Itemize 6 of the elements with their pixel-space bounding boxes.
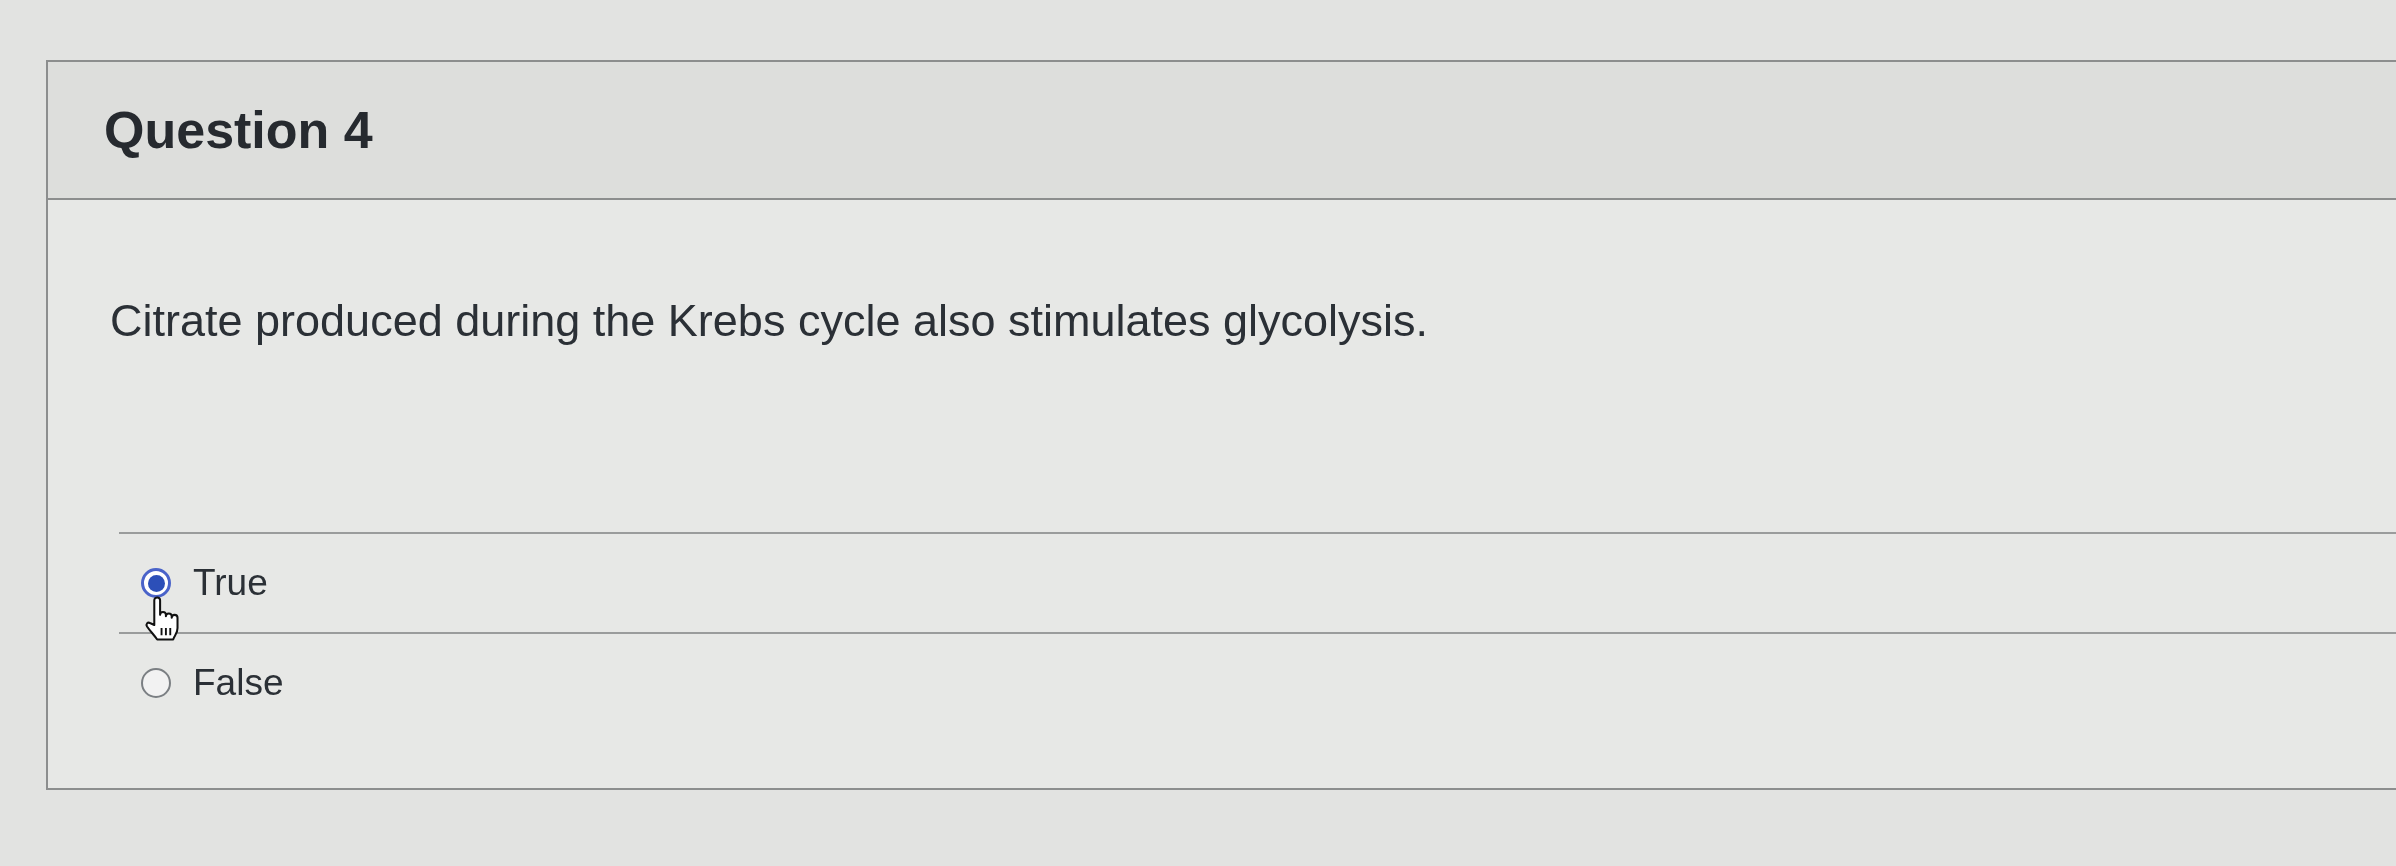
question-title: Question 4 (104, 100, 373, 160)
option-label[interactable]: True (193, 561, 268, 605)
option-label[interactable]: False (193, 661, 284, 705)
radio-button[interactable] (141, 568, 171, 598)
radio-button[interactable] (141, 668, 171, 698)
question-text: Citrate produced during the Krebs cycle also stimulates glycolysis. (110, 295, 1429, 347)
